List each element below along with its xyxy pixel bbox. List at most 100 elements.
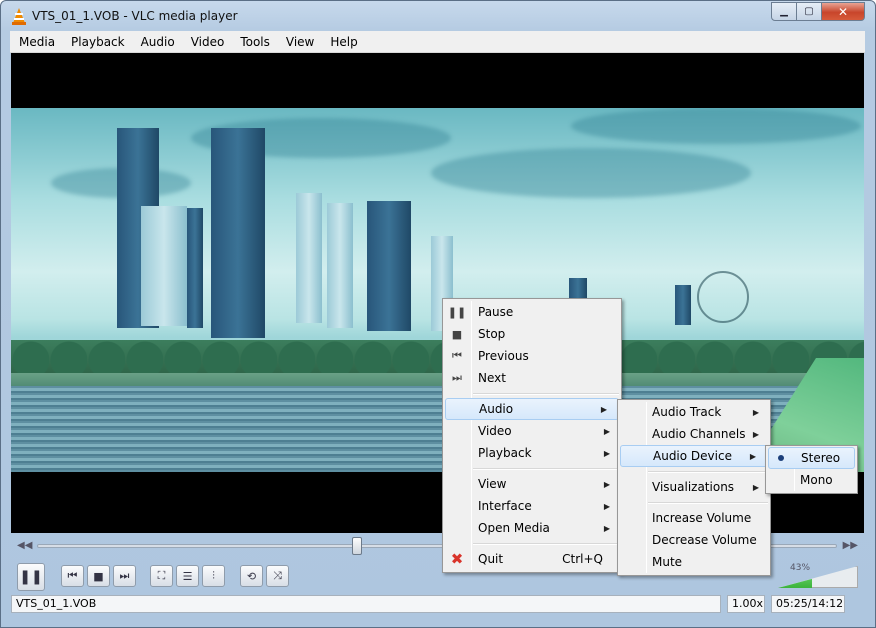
visualizations-item[interactable]: Visualizations ▶: [618, 476, 770, 498]
playback-speed[interactable]: 1.00x: [727, 595, 765, 613]
stop-icon: ■: [93, 569, 104, 583]
submenu-arrow-icon: ▶: [600, 404, 607, 414]
submenu-arrow-icon: ▶: [603, 501, 610, 511]
vlc-cone-icon: [12, 8, 26, 25]
device-mono-label: Mono: [800, 473, 833, 487]
menu-separator: [443, 539, 621, 548]
fast-forward-icon[interactable]: ▶▶: [843, 540, 858, 551]
shuffle-button[interactable]: ⤨: [266, 565, 289, 587]
context-pause-label: Pause: [478, 305, 514, 319]
seek-handle[interactable]: [352, 537, 363, 555]
next-button[interactable]: ⏭: [113, 565, 136, 587]
menu-bar: Media Playback Audio Video Tools View He…: [10, 31, 865, 53]
mute-label: Mute: [652, 555, 683, 569]
context-view-label: View: [478, 477, 507, 491]
visualizations-label: Visualizations: [652, 480, 735, 494]
context-menu: ❚❚ Pause ■ Stop ⏮ Previous ⏭ Next Audio …: [442, 298, 622, 573]
playlist-button[interactable]: ☰: [176, 565, 199, 587]
context-audio-label: Audio: [479, 402, 514, 416]
context-view[interactable]: View ▶: [443, 473, 621, 495]
status-bar: VTS_01_1.VOB 1.00x 05:25/14:12: [11, 595, 864, 613]
next-icon: ⏭: [452, 371, 462, 384]
previous-button[interactable]: ⏮: [61, 565, 84, 587]
menu-media[interactable]: Media: [11, 32, 63, 52]
mute-item[interactable]: Mute: [618, 551, 770, 573]
increase-volume-label: Increase Volume: [652, 511, 752, 525]
menu-audio[interactable]: Audio: [133, 32, 183, 52]
context-quit[interactable]: ✖ Quit Ctrl+Q: [443, 548, 621, 570]
context-audio[interactable]: Audio ▶: [445, 398, 619, 420]
menu-separator: [443, 389, 621, 398]
context-open-media-label: Open Media: [478, 521, 550, 535]
menu-playback[interactable]: Playback: [63, 32, 133, 52]
decrease-volume-item[interactable]: Decrease Volume: [618, 529, 770, 551]
increase-volume-item[interactable]: Increase Volume: [618, 507, 770, 529]
minimize-button[interactable]: ▁: [771, 2, 797, 21]
menu-video[interactable]: Video: [183, 32, 233, 52]
audio-channels-item[interactable]: Audio Channels ▶: [618, 423, 770, 445]
context-video[interactable]: Video ▶: [443, 420, 621, 442]
rewind-icon[interactable]: ◀◀: [17, 540, 32, 551]
loop-button[interactable]: ⟲: [240, 565, 263, 587]
context-next[interactable]: ⏭ Next: [443, 367, 621, 389]
time-display[interactable]: 05:25/14:12: [771, 595, 845, 613]
quit-shortcut: Ctrl+Q: [562, 552, 603, 566]
close-button[interactable]: ✕: [821, 2, 865, 21]
context-previous-label: Previous: [478, 349, 529, 363]
fullscreen-icon: ⛶: [157, 569, 166, 582]
submenu-arrow-icon: ▶: [603, 523, 610, 533]
radio-selected-icon: [773, 450, 789, 466]
pause-icon: ❚❚: [447, 305, 467, 319]
menu-view[interactable]: View: [278, 32, 322, 52]
status-filename: VTS_01_1.VOB: [11, 595, 721, 613]
pause-icon: ❚❚: [19, 569, 43, 585]
stop-icon: ■: [451, 327, 463, 341]
audio-device-submenu: Stereo Mono: [765, 445, 858, 494]
play-pause-button[interactable]: ❚❚: [17, 563, 45, 591]
submenu-arrow-icon: ▶: [752, 407, 759, 417]
submenu-arrow-icon: ▶: [752, 482, 759, 492]
audio-submenu: Audio Track ▶ Audio Channels ▶ Audio Dev…: [617, 399, 771, 576]
volume-slider[interactable]: 43%: [778, 563, 858, 588]
submenu-arrow-icon: ▶: [749, 451, 756, 461]
context-video-label: Video: [478, 424, 512, 438]
menu-help[interactable]: Help: [322, 32, 365, 52]
quit-icon: ✖: [450, 550, 464, 568]
loop-icon: ⟲: [246, 569, 257, 583]
next-icon: ⏭: [119, 569, 130, 582]
playlist-icon: ☰: [182, 569, 193, 583]
audio-device-label: Audio Device: [653, 449, 732, 463]
context-interface[interactable]: Interface ▶: [443, 495, 621, 517]
context-previous[interactable]: ⏮ Previous: [443, 345, 621, 367]
context-stop-label: Stop: [478, 327, 506, 341]
maximize-button[interactable]: ▢: [796, 2, 822, 21]
title-bar[interactable]: VTS_01_1.VOB - VLC media player ▁ ▢ ✕: [1, 1, 875, 31]
context-stop[interactable]: ■ Stop: [443, 323, 621, 345]
audio-track-item[interactable]: Audio Track ▶: [618, 401, 770, 423]
device-mono-item[interactable]: Mono: [766, 469, 857, 491]
menu-tools[interactable]: Tools: [232, 32, 278, 52]
context-next-label: Next: [478, 371, 506, 385]
audio-track-label: Audio Track: [652, 405, 722, 419]
volume-label: 43%: [790, 563, 811, 573]
decrease-volume-label: Decrease Volume: [652, 533, 757, 547]
menu-separator: [618, 467, 770, 476]
previous-icon: ⏮: [67, 569, 78, 582]
context-playback-label: Playback: [478, 446, 532, 460]
submenu-arrow-icon: ▶: [603, 479, 610, 489]
extended-settings-icon: ⫶: [212, 569, 215, 582]
previous-icon: ⏮: [452, 349, 462, 362]
context-playback[interactable]: Playback ▶: [443, 442, 621, 464]
extended-settings-button[interactable]: ⫶: [202, 565, 225, 587]
caption-buttons: ▁ ▢ ✕: [771, 2, 865, 22]
shuffle-icon: ⤨: [273, 569, 282, 582]
device-stereo-item[interactable]: Stereo: [768, 447, 855, 469]
menu-separator: [618, 498, 770, 507]
window-title: VTS_01_1.VOB - VLC media player: [32, 9, 238, 23]
context-pause[interactable]: ❚❚ Pause: [443, 301, 621, 323]
fullscreen-button[interactable]: ⛶: [150, 565, 173, 587]
context-open-media[interactable]: Open Media ▶: [443, 517, 621, 539]
audio-channels-label: Audio Channels: [652, 427, 746, 441]
stop-button[interactable]: ■: [87, 565, 110, 587]
audio-device-item[interactable]: Audio Device ▶: [620, 445, 768, 467]
